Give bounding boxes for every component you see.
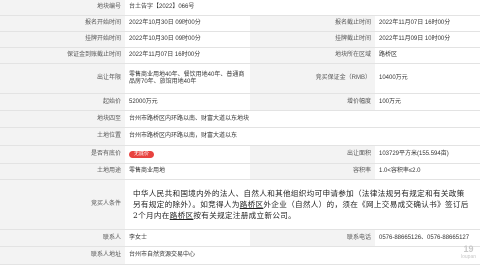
row-announce: 报名开始时间 2022年10月30日 09时00分 报名截止时间 2022年11… — [0, 16, 480, 32]
value-region: 路桥区 — [375, 48, 480, 63]
row-contact: 联系人 李女士 联系电话 0576-88665126、0576-88665127 — [0, 230, 480, 247]
value-signup-end: 2022年11月07日 16时00分 — [375, 16, 480, 31]
value-area: 103729平方米(155.594亩) — [375, 146, 480, 163]
label-far: 容积率 — [250, 164, 375, 179]
label-range: 地块四至 — [0, 111, 125, 127]
label-floor-price: 是否有底价 — [0, 146, 125, 163]
value-listing-start: 2022年10月30日 09时00分 — [125, 32, 250, 47]
label-listing-start: 挂牌开始时间 — [0, 32, 125, 47]
value-range: 台州市路桥区内环路以南、财富大道以东地块 — [125, 111, 480, 127]
row-plot-no: 地块编号 台土告字【2022】066号 — [0, 0, 480, 16]
row-floor-price: 是否有底价 无底价 出让面积 103729平方米(155.594亩) — [0, 146, 480, 164]
label-increment: 增价幅度 — [250, 94, 375, 110]
label-term: 出让年限 — [0, 64, 125, 93]
row-range: 地块四至 台州市路桥区内环路以南、财富大道以东地块 — [0, 111, 480, 128]
label-signup-start: 报名开始时间 — [0, 16, 125, 31]
label-plot-no: 地块编号 — [0, 0, 125, 15]
value-bid-deposit: 10400万元 — [375, 64, 480, 93]
value-increment: 100万元 — [375, 94, 480, 110]
row-price: 起始价 52000万元 增价幅度 100万元 — [0, 94, 480, 111]
value-far: 1.0<容积率≤2.0 — [375, 164, 480, 179]
value-conditions: 中华人民共和国境内外的法人、自然人和其他组织均可申请参加（法律法规另有规定和有关… — [125, 180, 480, 229]
row-land-use: 土地用途 零售商业用地 容积率 1.0<容积率≤2.0 — [0, 164, 480, 180]
label-signup-end: 报名截止时间 — [250, 16, 375, 31]
value-plot-no: 台土告字【2022】066号 — [125, 0, 480, 15]
label-conditions: 竞买人条件 — [0, 180, 125, 229]
value-start-price: 52000万元 — [125, 94, 250, 110]
value-listing-end: 2022年11月09日 10时00分 — [375, 32, 480, 47]
label-region: 地块所在区域 — [250, 48, 375, 63]
value-land-use: 零售商业用地 — [125, 164, 250, 179]
label-start-price: 起始价 — [0, 94, 125, 110]
label-location: 土地位置 — [0, 128, 125, 145]
value-term: 零售商业用地40年、餐饮用地40年、普通商品房70年、旅馆用地40年 — [125, 64, 250, 93]
district-link-1[interactable]: 路桥区 — [240, 200, 264, 209]
row-location: 土地位置 台州市路桥区内环路以南，财富大道以东 — [0, 128, 480, 146]
district-link-2[interactable]: 路桥区 — [170, 211, 194, 220]
value-location: 台州市路桥区内环路以南，财富大道以东 — [125, 128, 480, 145]
value-contact: 李女士 — [125, 230, 250, 246]
row-use-term: 出让年限 零售商业用地40年、餐饮用地40年、普通商品房70年、旅馆用地40年 … — [0, 64, 480, 94]
label-area: 出让面积 — [250, 146, 375, 163]
row-conditions: 竞买人条件 中华人民共和国境内外的法人、自然人和其他组织均可申请参加（法律法规另… — [0, 180, 480, 230]
floor-price-badge: 无底价 — [129, 150, 155, 159]
label-listing-end: 挂牌截止时间 — [250, 32, 375, 47]
value-deposit-deadline: 2022年11月07日 16时00分 — [125, 48, 250, 63]
row-listing: 挂牌开始时间 2022年10月30日 09时00分 挂牌截止时间 2022年11… — [0, 32, 480, 48]
row-deposit: 保证金到账截止时间 2022年11月07日 16时00分 地块所在区域 路桥区 — [0, 48, 480, 64]
row-address: 联系人地址 台州市自然资源交易中心 — [0, 247, 480, 265]
value-address: 台州市自然资源交易中心 — [125, 247, 480, 264]
value-signup-start: 2022年10月30日 09时00分 — [125, 16, 250, 31]
site-watermark: 19 loupan — [460, 244, 476, 261]
label-contact: 联系人 — [0, 230, 125, 246]
label-address: 联系人地址 — [0, 247, 125, 264]
value-floor-price: 无底价 — [125, 146, 250, 163]
label-land-use: 土地用途 — [0, 164, 125, 179]
label-deposit-deadline: 保证金到账截止时间 — [0, 48, 125, 63]
label-bid-deposit: 竞买保证金（RMB） — [250, 64, 375, 93]
label-phone: 联系电话 — [250, 230, 375, 246]
conditions-text: 中华人民共和国境内外的法人、自然人和其他组织均可申请参加（法律法规另有规定和有关… — [133, 189, 469, 220]
